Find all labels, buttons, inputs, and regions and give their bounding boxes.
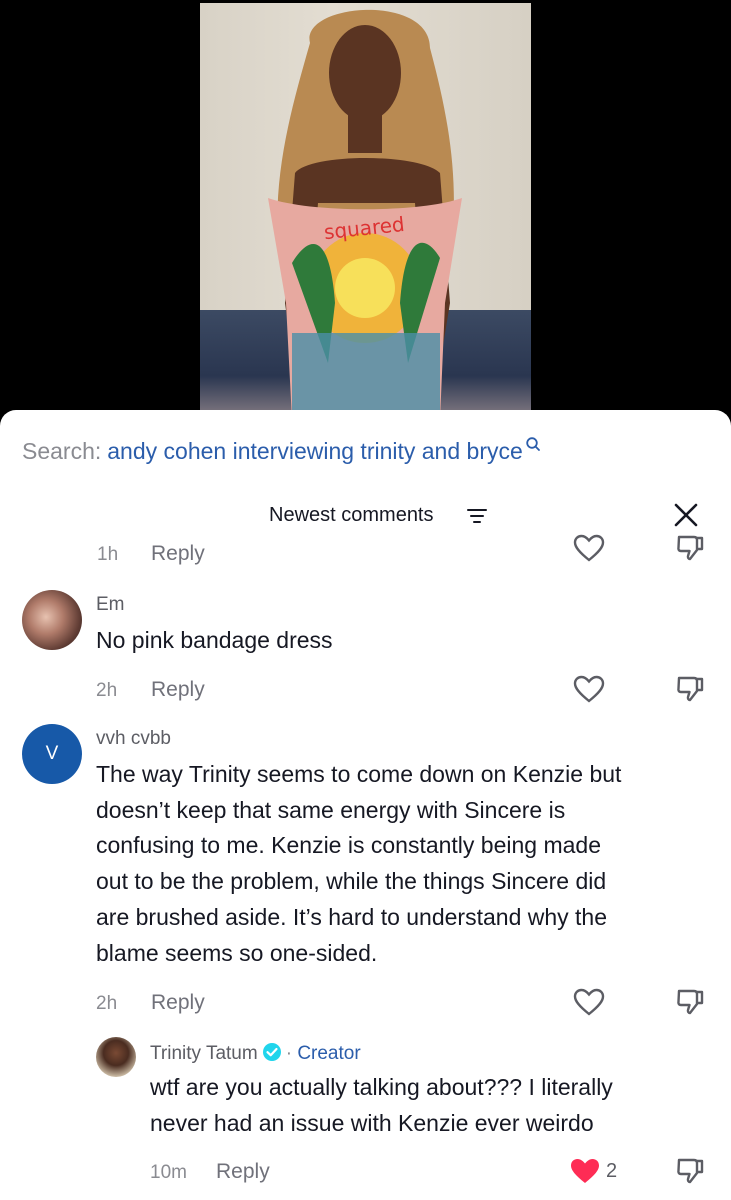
comment-text: No pink bandage dress: [96, 627, 333, 653]
video-area[interactable]: squared: [0, 0, 731, 420]
comment-line: confusing to me. Kenzie is constantly be…: [96, 832, 602, 859]
reply-button[interactable]: Reply: [151, 542, 205, 566]
video-thumbnail-figure: squared: [268, 9, 462, 420]
separator-dot: ·: [285, 1043, 293, 1064]
sort-label[interactable]: Newest comments: [269, 504, 434, 527]
comment-text: The way Trinity seems to come down on Ke…: [96, 757, 716, 971]
avatar[interactable]: [22, 590, 82, 650]
reply-button[interactable]: Reply: [151, 678, 205, 702]
avatar[interactable]: [96, 1037, 136, 1077]
comment-line: out to be the problem, while the things …: [96, 868, 607, 895]
reply-username[interactable]: Trinity Tatum: [150, 1043, 258, 1064]
comment-line: are brushed aside. It’s hard to understa…: [96, 903, 608, 930]
avatar-letter: V: [45, 743, 59, 764]
thumbs-down-icon[interactable]: [674, 986, 706, 1018]
comments-sheet: Search: andy cohen interviewing trinity a…: [0, 410, 731, 1200]
comment-time: 1h: [97, 544, 119, 565]
reply-button[interactable]: Reply: [151, 991, 205, 1015]
comment-line: The way Trinity seems to come down on Ke…: [96, 761, 622, 787]
reply-text: wtf are you actually talking about??? I …: [150, 1070, 720, 1141]
thumbs-down-icon[interactable]: [674, 673, 706, 705]
heart-outline-icon[interactable]: [573, 675, 605, 703]
search-icon: [526, 437, 540, 451]
reply-time: 10m: [150, 1162, 187, 1183]
comment-username[interactable]: Em: [96, 594, 125, 616]
comment-line: doesn’t keep that same energy with Since…: [96, 796, 566, 823]
heart-outline-icon[interactable]: [573, 988, 605, 1016]
comment-line: blame seems so one-sided.: [96, 939, 378, 966]
reply-username-row: Trinity Tatum · Creator: [150, 1042, 361, 1065]
partial-comment-row: 1h Reply: [0, 534, 731, 570]
search-label: Search:: [22, 438, 102, 464]
video-frame[interactable]: squared: [200, 3, 531, 420]
reply-button[interactable]: Reply: [216, 1160, 270, 1184]
search-suggestion[interactable]: Search: andy cohen interviewing trinity a…: [22, 437, 541, 465]
comment-username[interactable]: vvh cvbb: [96, 728, 171, 750]
comments-header: Newest comments: [0, 501, 731, 534]
avatar[interactable]: V: [22, 724, 82, 784]
heart-outline-icon[interactable]: [573, 534, 605, 562]
comment-time: 2h: [96, 680, 118, 701]
heart-filled-icon[interactable]: [569, 1157, 601, 1185]
creator-badge: Creator: [297, 1043, 361, 1064]
comment-time: 2h: [96, 993, 118, 1014]
verified-badge-icon: [262, 1043, 281, 1061]
thumbs-down-icon[interactable]: [674, 534, 706, 564]
sort-lines-icon[interactable]: [466, 507, 488, 525]
close-icon[interactable]: [672, 501, 700, 529]
reply-line: never had an issue with Kenzie ever weir…: [150, 1109, 594, 1136]
thumbs-down-icon[interactable]: [674, 1155, 706, 1187]
reply-line: wtf are you actually talking about??? I …: [150, 1074, 613, 1100]
like-count: 2: [606, 1160, 618, 1182]
search-query-link[interactable]: andy cohen interviewing trinity and bryc…: [107, 438, 523, 464]
